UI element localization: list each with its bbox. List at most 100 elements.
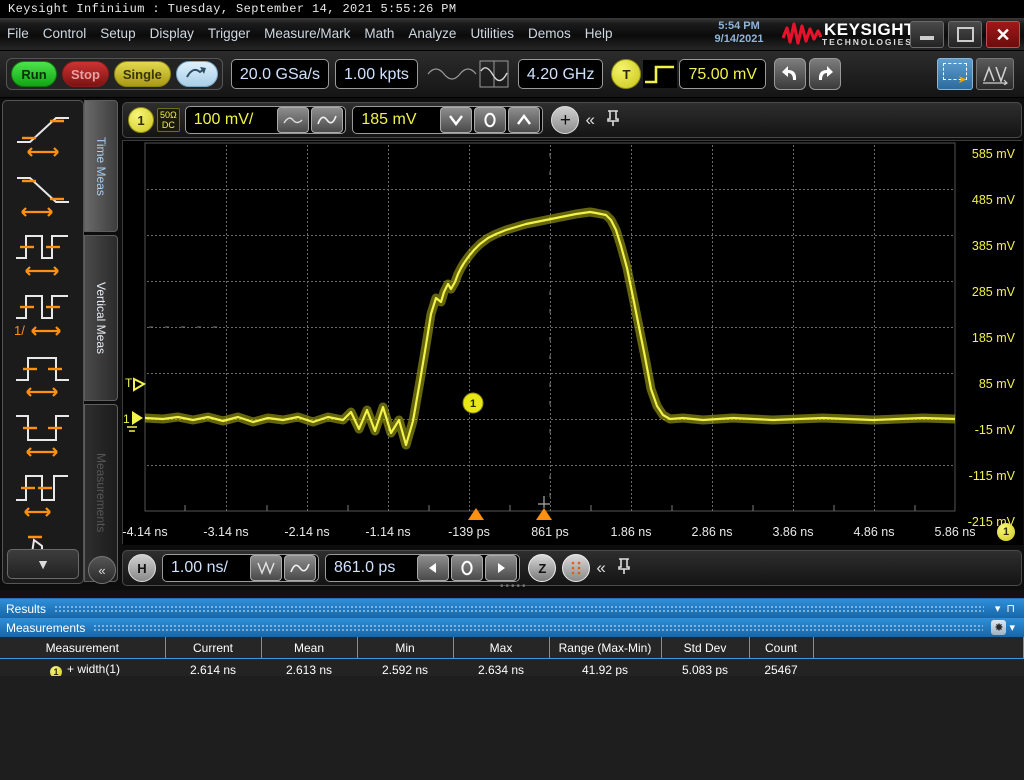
results-panel-title: Results: [6, 602, 46, 616]
column-header-max[interactable]: Max: [453, 637, 549, 659]
tab-vertical-meas[interactable]: Vertical Meas: [84, 235, 118, 401]
channel-control-bar: 1 50Ω DC 100 mV/: [122, 102, 1022, 138]
minimize-button[interactable]: [910, 21, 944, 48]
h-tick-2: -2.14 ns: [284, 525, 329, 539]
volts-per-div-field[interactable]: 100 mV/: [185, 106, 347, 134]
v-tick-7: -115 mV: [969, 469, 1015, 483]
column-header-current[interactable]: Current: [165, 637, 261, 659]
delay-prev-button[interactable]: [417, 555, 449, 581]
more-measurements-button[interactable]: ▼: [7, 549, 79, 579]
horizontal-axis-labels: -4.14 ns -3.14 ns -2.14 ns -1.14 ns -139…: [123, 525, 1021, 541]
restore-button[interactable]: [948, 21, 982, 48]
pin-icon: [606, 109, 620, 127]
vertical-offset-field[interactable]: 185 mV: [352, 106, 543, 134]
menu-item-control[interactable]: Control: [36, 18, 94, 50]
menu-item-file[interactable]: File: [0, 18, 36, 50]
delay-zero-button[interactable]: [451, 555, 483, 581]
fall-time-icon[interactable]: [3, 163, 83, 223]
horizontal-delay-field[interactable]: 861.0 ps: [325, 554, 520, 582]
time-per-div-field[interactable]: 1.00 ns/: [162, 554, 319, 582]
segmented-memory-button[interactable]: [562, 554, 590, 582]
measurements-settings-button[interactable]: ✸: [991, 620, 1006, 635]
acquisition-wave-divider-icon: [426, 59, 510, 89]
menu-item-utilities[interactable]: Utilities: [463, 18, 521, 50]
bandwidth-field[interactable]: 4.20 GHz: [518, 59, 604, 89]
menu-item-demos[interactable]: Demos: [521, 18, 578, 50]
channel-coupling-badge[interactable]: 50Ω DC: [157, 108, 180, 132]
minimize-icon: [920, 36, 934, 40]
clock-time: 5:54 PM: [700, 20, 778, 33]
sample-rate-field[interactable]: 20.0 GSa/s: [231, 59, 329, 89]
bandwidth-limit-button[interactable]: [277, 107, 309, 133]
negative-width-icon[interactable]: [3, 403, 83, 463]
offset-up-button[interactable]: [508, 107, 540, 133]
acquisition-mode-button[interactable]: [250, 555, 282, 581]
column-header-measurement[interactable]: Measurement: [0, 637, 165, 659]
stop-button[interactable]: Stop: [62, 61, 109, 87]
channel-1-badge[interactable]: 1: [128, 107, 154, 133]
measurements-dropdown-button[interactable]: ▾: [1006, 621, 1018, 634]
full-bandwidth-button[interactable]: [311, 107, 343, 133]
timebase-pin-button[interactable]: [612, 557, 636, 579]
keysight-wave-icon: [782, 21, 822, 47]
column-header-count[interactable]: Count: [749, 637, 813, 659]
pulse-width-icon[interactable]: [3, 343, 83, 403]
step-right-icon: [491, 560, 511, 576]
memory-depth-field[interactable]: 1.00 kpts: [335, 59, 418, 89]
run-button[interactable]: Run: [11, 61, 57, 87]
column-header-min[interactable]: Min: [357, 637, 453, 659]
acquisition-wave-button[interactable]: [284, 555, 316, 581]
period-icon[interactable]: [3, 463, 83, 523]
measurement-tab-strip: Time Meas Vertical Meas Measurements: [84, 100, 118, 582]
close-button[interactable]: ✕: [986, 21, 1020, 48]
autoscale-button[interactable]: [176, 61, 218, 87]
measurements-header-texture: [93, 624, 983, 631]
auto-waveform-button[interactable]: [976, 58, 1014, 90]
waveform-display-area[interactable]: T 1 1: [122, 140, 1022, 544]
menu-item-display[interactable]: Display: [143, 18, 201, 50]
panel-resize-grip[interactable]: •••••: [500, 581, 528, 592]
frequency-icon[interactable]: 1/: [3, 283, 83, 343]
column-header-range[interactable]: Range (Max-Min): [549, 637, 661, 659]
undo-button[interactable]: [774, 58, 806, 90]
menu-item-trigger[interactable]: Trigger: [201, 18, 257, 50]
results-minimize-button[interactable]: ▾: [992, 602, 1004, 615]
column-header-mean[interactable]: Mean: [261, 637, 357, 659]
positive-width-icon[interactable]: [3, 223, 83, 283]
measurements-panel-title: Measurements: [6, 621, 85, 635]
main-toolbar: Run Stop Single 20.0 GSa/s 1.00 kpts 4.2…: [0, 51, 1024, 98]
redo-button[interactable]: [809, 58, 841, 90]
waveform-plot[interactable]: T 1 1: [123, 141, 1023, 545]
timebase-collapse-button[interactable]: «: [590, 558, 611, 578]
rising-edge-icon[interactable]: [643, 60, 677, 88]
menu-item-help[interactable]: Help: [578, 18, 620, 50]
delay-next-button[interactable]: [485, 555, 517, 581]
tab-time-meas[interactable]: Time Meas: [84, 100, 118, 232]
trigger-badge[interactable]: T: [611, 59, 641, 89]
channel-bar-collapse-button[interactable]: «: [579, 110, 600, 130]
trigger-level-field[interactable]: 75.00 mV: [679, 59, 765, 89]
menu-item-analyze[interactable]: Analyze: [401, 18, 463, 50]
offset-zero-button[interactable]: [474, 107, 506, 133]
horizontal-badge[interactable]: H: [128, 554, 156, 582]
menu-item-measure-mark[interactable]: Measure/Mark: [257, 18, 357, 50]
channel-bar-pin-button[interactable]: [601, 109, 625, 131]
chevron-up-icon: [514, 112, 534, 128]
add-channel-button[interactable]: +: [551, 106, 579, 134]
single-button[interactable]: Single: [114, 61, 171, 87]
add-channel-icon: +: [560, 111, 571, 130]
collapse-panel-button[interactable]: «: [88, 556, 116, 584]
channel-1-marker[interactable]: 1: [463, 393, 483, 413]
menu-item-setup[interactable]: Setup: [93, 18, 142, 50]
column-header-std-dev[interactable]: Std Dev: [661, 637, 749, 659]
h-tick-1: -3.14 ns: [203, 525, 248, 539]
zoom-button[interactable]: Z: [528, 554, 556, 582]
horizontal-delay-value: 861.0 ps: [326, 559, 403, 577]
results-header-texture: [54, 605, 984, 612]
menu-item-math[interactable]: Math: [357, 18, 401, 50]
rubber-band-select-button[interactable]: ➤: [937, 58, 973, 90]
rise-time-icon[interactable]: [3, 103, 83, 163]
offset-down-button[interactable]: [440, 107, 472, 133]
results-pin-button[interactable]: ⊓: [1003, 602, 1018, 615]
channel-indicator-badge[interactable]: 1: [997, 523, 1015, 541]
